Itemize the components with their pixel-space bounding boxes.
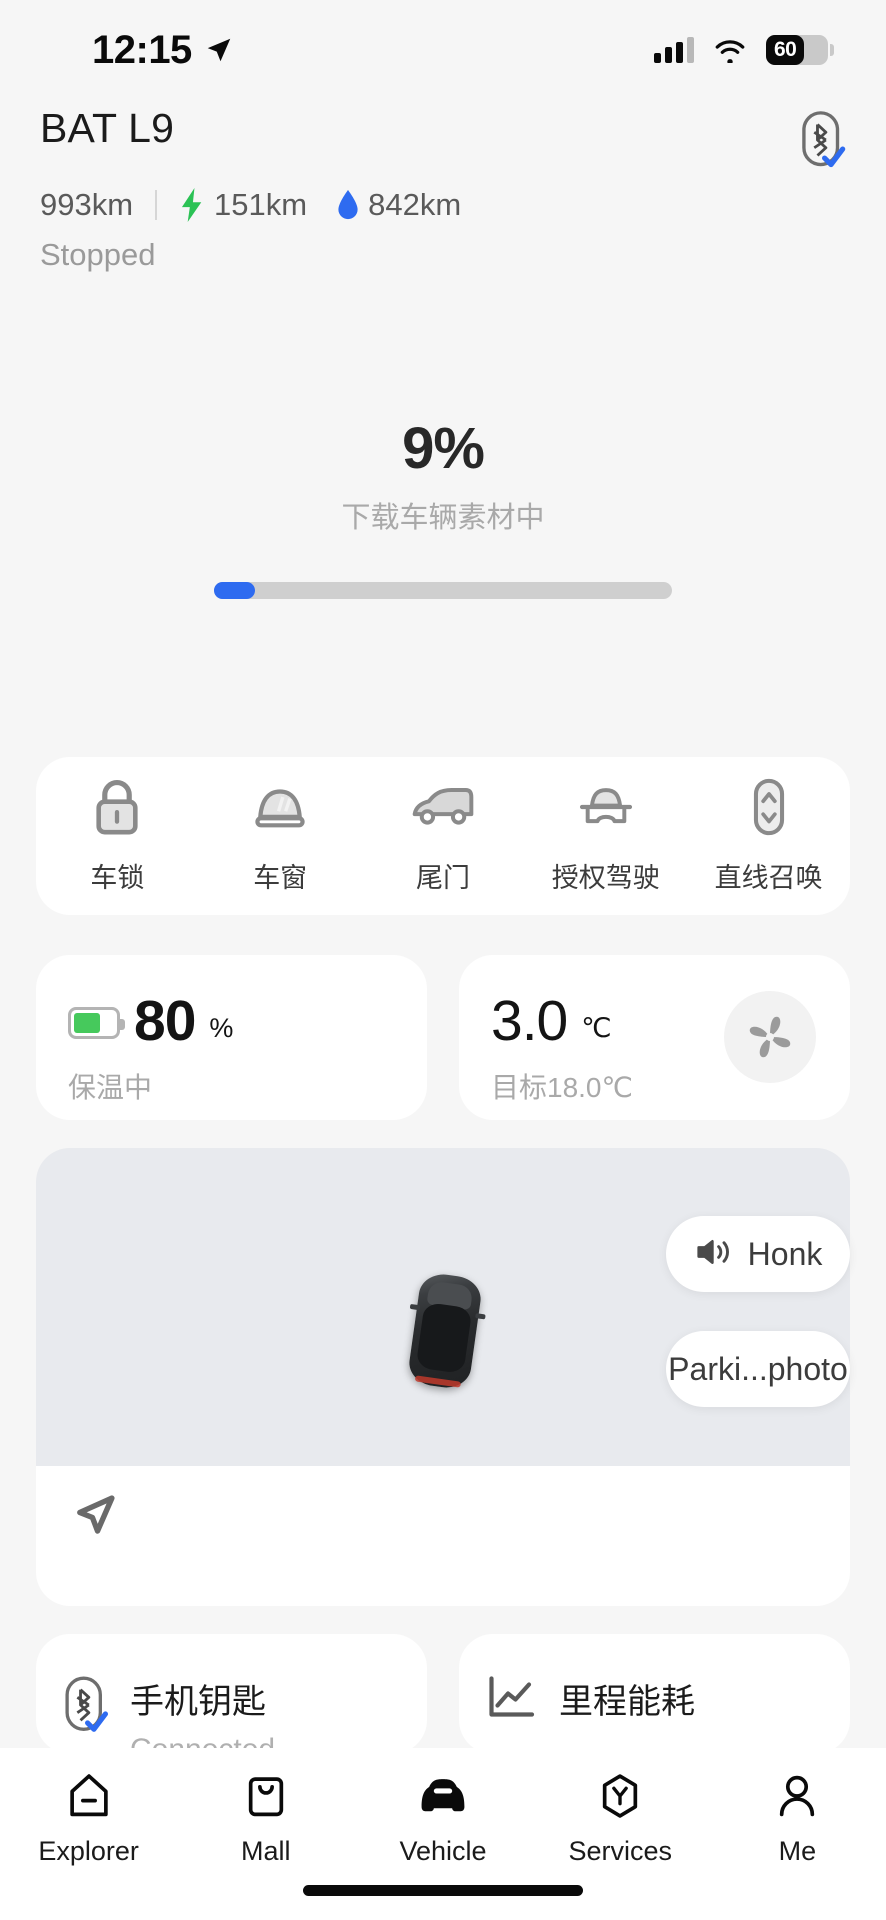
electric-range: 151km (214, 187, 308, 222)
parking-photo-label: Parki...photo (668, 1350, 848, 1387)
progress-percent: 9% (402, 416, 485, 481)
status-bar-left: 12:15 (92, 28, 234, 73)
vehicle-car-icon (417, 1772, 469, 1820)
feature-cards-row: 手机钥匙 Connected 里程能耗 (36, 1634, 850, 1754)
bluetooth-key-verified-icon[interactable] (798, 109, 846, 171)
honk-button[interactable]: Honk (666, 1216, 850, 1292)
chart-line-icon (485, 1674, 537, 1754)
window-icon (249, 778, 311, 836)
status-bar-time: 12:15 (92, 27, 192, 72)
tab-services[interactable]: Services (532, 1772, 709, 1867)
download-progress: 9% 下载车辆素材中 (0, 415, 886, 599)
home-indicator (303, 1885, 583, 1896)
climate-unit: ℃ (581, 1013, 612, 1043)
car-roof (415, 1301, 473, 1374)
honk-button-label: Honk (747, 1235, 823, 1272)
quick-action-label: 车锁 (90, 862, 145, 893)
battery-indicator: 60 (766, 35, 834, 65)
quick-action-label: 车窗 (253, 862, 308, 893)
quick-action-label: 尾门 (415, 862, 470, 893)
quick-action-label: 直线召唤 (714, 862, 823, 893)
battery-icon-cap (120, 1019, 125, 1030)
battery-value: 80 (134, 989, 196, 1053)
total-range: 993km (40, 187, 134, 222)
wifi-icon (715, 40, 745, 63)
tab-mall[interactable]: Mall (177, 1772, 354, 1867)
battery-value-row: 80 % (68, 993, 427, 1050)
phone-key-title: 手机钥匙 (130, 1683, 266, 1721)
battery-cap (830, 44, 834, 56)
lock-icon (91, 778, 143, 836)
location-arrow-icon (207, 38, 231, 62)
battery-unit: % (209, 1013, 234, 1043)
quick-action-authorized-driving[interactable]: 授权驾驶 (524, 778, 687, 895)
fuel-range: 842km (368, 187, 462, 222)
parking-photo-button[interactable]: Parki...photo (666, 1331, 850, 1407)
quick-action-tailgate[interactable]: 尾门 (362, 778, 525, 895)
meta-divider (155, 190, 158, 220)
straight-summon-icon (748, 778, 790, 836)
quick-actions-card: 车锁 车窗 尾门 授权驾驶 直线召唤 (36, 757, 850, 915)
quick-action-label: 授权驾驶 (551, 862, 660, 893)
person-icon (776, 1772, 818, 1820)
car-name[interactable]: BAT L9 (40, 105, 174, 152)
tab-label: Me (778, 1836, 817, 1866)
tab-label: Services (568, 1836, 672, 1866)
tab-vehicle[interactable]: Vehicle (354, 1772, 531, 1867)
status-bar: 12:15 60 (0, 0, 886, 100)
progress-fill (214, 582, 256, 599)
mileage-energy-title: 里程能耗 (559, 1683, 695, 1721)
climate-value: 3.0 (491, 989, 568, 1053)
quick-action-straight-summon[interactable]: 直线召唤 (687, 778, 850, 895)
phone-key-card[interactable]: 手机钥匙 Connected (36, 1634, 427, 1754)
progress-track (214, 582, 672, 599)
fuel-drop-icon (337, 190, 359, 220)
tab-me[interactable]: Me (709, 1772, 886, 1867)
authorized-driving-icon (575, 778, 637, 836)
tailgate-icon (409, 778, 477, 836)
tab-label: Mall (241, 1836, 291, 1866)
bluetooth-key-verified-icon (62, 1674, 108, 1754)
services-hex-icon (599, 1772, 641, 1820)
tab-explorer[interactable]: Explorer (0, 1772, 177, 1867)
quick-action-lock[interactable]: 车锁 (36, 778, 199, 895)
status-cards-row: 80 % 保温中 3.0 ℃ 目标18.0℃ (36, 955, 850, 1120)
status-bar-right: 60 (654, 35, 834, 65)
fan-icon[interactable] (724, 991, 816, 1083)
tab-label: Vehicle (399, 1836, 487, 1866)
vehicle-status: Stopped (40, 237, 156, 272)
bolt-icon (179, 188, 205, 222)
header-top-row: BAT L9 (40, 105, 846, 171)
climate-card[interactable]: 3.0 ℃ 目标18.0℃ (459, 955, 850, 1120)
mileage-energy-text: 里程能耗 (559, 1674, 695, 1754)
explorer-icon (67, 1772, 111, 1820)
map-actions-panel (36, 1466, 850, 1606)
battery-status: 保温中 (68, 1072, 153, 1103)
app-screen: 12:15 60 BAT L9 993km 151km 842km Stoppe… (0, 0, 886, 1920)
progress-label: 下载车辆素材中 (341, 502, 545, 534)
battery-card[interactable]: 80 % 保温中 (36, 955, 427, 1120)
speaker-icon (694, 1236, 734, 1273)
vehicle-header: BAT L9 993km 151km 842km Stopped (0, 105, 886, 273)
battery-icon (68, 1007, 125, 1039)
battery-icon-fill (74, 1013, 100, 1033)
cellular-signal-icon (654, 37, 694, 63)
phone-key-text: 手机钥匙 Connected (130, 1674, 275, 1754)
range-summary: 993km 151km 842km (40, 187, 846, 223)
mileage-energy-card[interactable]: 里程能耗 (459, 1634, 850, 1754)
battery-level-text: 60 (774, 38, 797, 61)
quick-action-window[interactable]: 车窗 (199, 778, 362, 895)
bottom-tab-bar: Explorer Mall Vehicle Services Me (0, 1748, 886, 1920)
mall-bag-icon (246, 1772, 286, 1820)
tab-label: Explorer (38, 1836, 139, 1866)
navigate-arrow-icon[interactable] (68, 1488, 122, 1547)
